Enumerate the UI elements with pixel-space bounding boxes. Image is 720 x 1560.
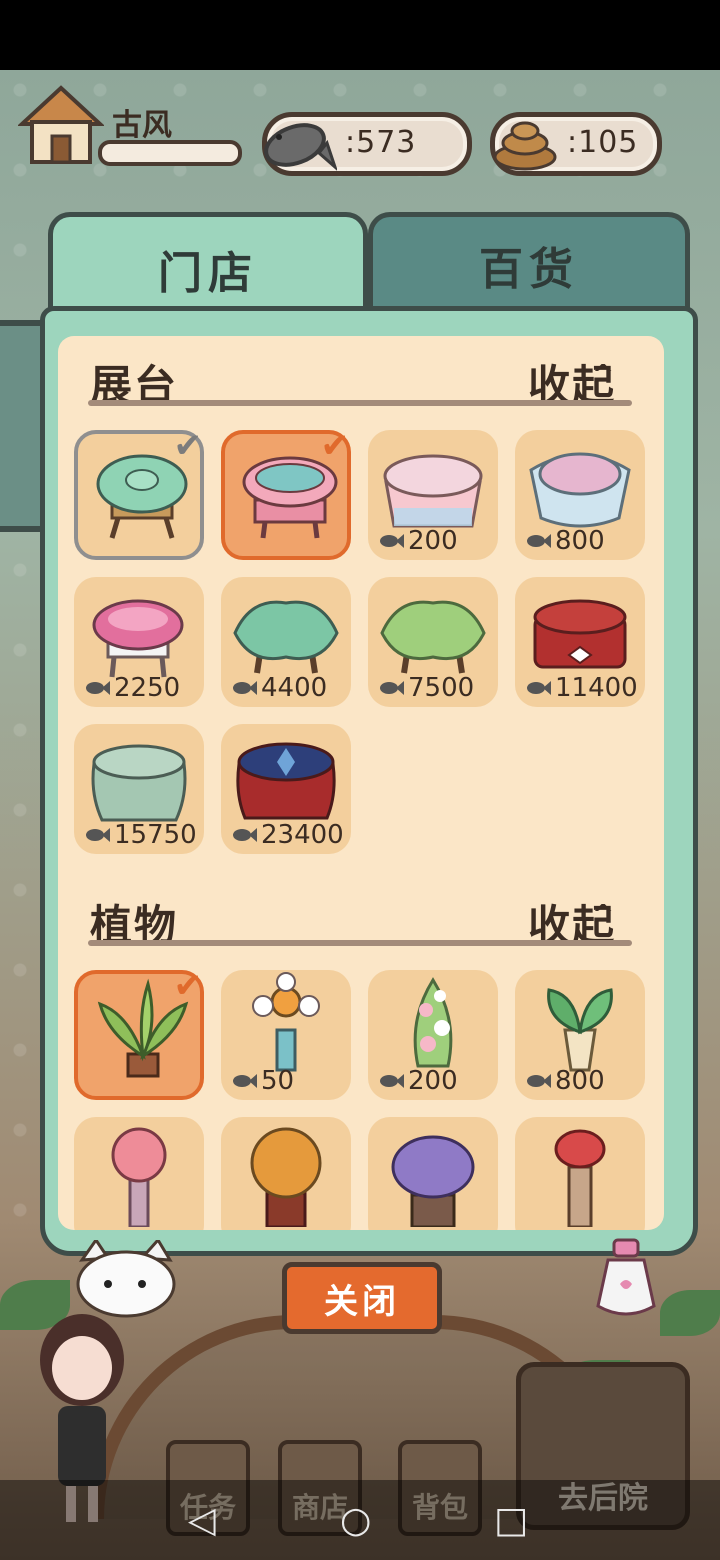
system-navigation-bar: ◁ ○ □ xyxy=(0,1480,720,1560)
rose-topiary-art xyxy=(413,977,453,1068)
shop-item-potted-palm[interactable]: ✔ xyxy=(74,966,204,1100)
item-price: 23400 xyxy=(231,820,344,850)
fish-currency-counter[interactable]: :573 xyxy=(262,112,472,176)
chevron-up-icon: ^ xyxy=(592,900,614,930)
owned-check-icon: ✔ xyxy=(173,426,203,466)
section-divider xyxy=(88,400,632,406)
shop-item-pink-tablecloth-table[interactable]: 200 xyxy=(368,430,498,560)
fish-icon xyxy=(233,681,257,695)
shop-item-list[interactable]: 展台 收起 ^ ✔ ✔ 200 800 2250 4400 7500 11400… xyxy=(58,336,664,1230)
item-price: 7500 xyxy=(378,673,474,703)
section-divider xyxy=(88,940,632,946)
pink-frill-stool-art xyxy=(92,599,184,678)
sunflower-vase-art xyxy=(252,972,320,1072)
back-icon[interactable]: ◁ xyxy=(188,1500,216,1541)
item-price: 4400 xyxy=(231,673,327,703)
shop-item-green-flower-stool[interactable]: ✔ xyxy=(74,426,204,560)
fish-icon xyxy=(233,828,257,842)
fish-icon xyxy=(527,1074,551,1088)
tab-store[interactable]: 门店 xyxy=(48,212,368,321)
shop-item-orange-flower-pot[interactable] xyxy=(221,1117,351,1230)
item-price: 200 xyxy=(378,526,458,556)
coin-count: :105 xyxy=(567,125,639,160)
price-value: 7500 xyxy=(408,673,475,703)
shop-house-icon[interactable] xyxy=(16,84,106,168)
price-value: 15750 xyxy=(114,820,197,850)
fish-icon xyxy=(380,534,404,548)
item-price: 11400 xyxy=(525,673,638,703)
owned-check-icon: ✔ xyxy=(173,966,203,1006)
love-potion-bottle-icon[interactable] xyxy=(590,1236,662,1324)
price-value: 23400 xyxy=(261,820,344,850)
shop-item-red-flower-pedestal[interactable] xyxy=(515,1117,645,1230)
shop-item-mint-clover-table[interactable]: 4400 xyxy=(221,577,351,707)
fish-icon xyxy=(86,681,110,695)
item-price: 800 xyxy=(525,1066,605,1096)
red-velvet-pouf-art xyxy=(236,742,336,820)
price-value: 800 xyxy=(555,1066,605,1096)
jade-drum-stool-art xyxy=(91,744,187,822)
fish-icon xyxy=(257,109,339,183)
fish-icon xyxy=(527,534,551,548)
close-button[interactable]: 关闭 xyxy=(282,1262,442,1334)
red-flower-pedestal-art xyxy=(554,1129,606,1227)
item-price: 15750 xyxy=(84,820,197,850)
player-name: 古风 xyxy=(112,108,172,143)
pink-flower-vase-art xyxy=(111,1127,167,1227)
pink-tablecloth-table-art xyxy=(383,454,483,528)
price-value: 11400 xyxy=(555,673,638,703)
shop-item-red-bow-table[interactable]: 11400 xyxy=(515,577,645,707)
item-price: 200 xyxy=(378,1066,458,1096)
shop-item-purple-flower-pot[interactable] xyxy=(368,1117,498,1230)
price-value: 800 xyxy=(555,526,605,556)
item-price: 2250 xyxy=(84,673,180,703)
fish-icon xyxy=(380,681,404,695)
green-clover-table-art xyxy=(380,600,486,674)
fish-icon xyxy=(233,1074,257,1088)
price-value: 200 xyxy=(408,1066,458,1096)
tab-general-goods[interactable]: 百货 xyxy=(368,212,690,313)
shop-item-pink-cushion-stool[interactable]: ✔ xyxy=(221,426,351,560)
item-price: 50 xyxy=(231,1066,294,1096)
plant-leaf xyxy=(660,1290,720,1336)
poop-coin-icon xyxy=(485,109,561,179)
shop-item-pink-flower-vase[interactable] xyxy=(74,1117,204,1230)
fish-icon xyxy=(527,681,551,695)
price-value: 2250 xyxy=(114,673,181,703)
status-bar xyxy=(0,0,720,70)
shop-item-pink-frill-stool[interactable]: 2250 xyxy=(74,577,204,707)
shop-item-sunflower-vase[interactable]: 50 xyxy=(221,970,351,1100)
shop-item-monstera-urn[interactable]: 800 xyxy=(515,970,645,1100)
fish-icon xyxy=(380,1074,404,1088)
mint-clover-table-art xyxy=(233,600,339,674)
lace-pedestal-art xyxy=(529,452,631,528)
shop-item-green-clover-table[interactable]: 7500 xyxy=(368,577,498,707)
monstera-urn-art xyxy=(547,988,613,1072)
price-value: 4400 xyxy=(261,673,328,703)
recents-icon[interactable]: □ xyxy=(494,1500,528,1541)
shop-item-red-velvet-pouf[interactable]: 23400 xyxy=(221,724,351,854)
orange-flower-pot-art xyxy=(250,1127,322,1227)
item-price: 800 xyxy=(525,526,605,556)
home-icon[interactable]: ○ xyxy=(340,1500,371,1541)
shop-item-lace-pedestal[interactable]: 800 xyxy=(515,430,645,560)
shop-item-jade-drum-stool[interactable]: 15750 xyxy=(74,724,204,854)
owned-check-icon: ✔ xyxy=(320,426,350,466)
shop-item-rose-topiary[interactable]: 200 xyxy=(368,970,498,1100)
purple-flower-pot-art xyxy=(391,1135,475,1227)
fish-count: :573 xyxy=(345,125,417,160)
price-value: 200 xyxy=(408,526,458,556)
coin-currency-counter[interactable]: :105 xyxy=(490,112,662,176)
chevron-up-icon: ^ xyxy=(592,360,614,390)
red-bow-table-art xyxy=(533,599,627,669)
experience-bar xyxy=(98,140,242,166)
price-value: 50 xyxy=(261,1066,295,1096)
fish-icon xyxy=(86,828,110,842)
